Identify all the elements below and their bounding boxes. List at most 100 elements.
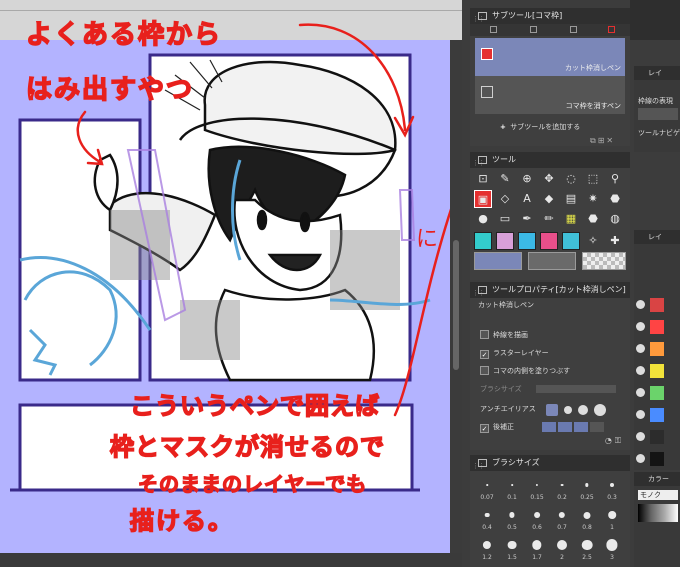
brush-size-value: 1	[610, 524, 614, 531]
sparkle-icon[interactable]: ✷	[584, 190, 602, 208]
brush-size-preset[interactable]: 0.6	[526, 505, 548, 531]
fill-inside-checkbox[interactable]: コマの内側を塗りつぶす	[480, 364, 626, 378]
brush-size-preset[interactable]: 0.15	[526, 475, 548, 501]
tool-property-header-icon	[478, 286, 487, 294]
transparent-color-box[interactable]	[582, 252, 626, 270]
eye-icon[interactable]	[636, 322, 645, 331]
canvas-vertical-scrollbar[interactable]	[450, 40, 462, 553]
pen-icon[interactable]: ✎	[496, 170, 514, 188]
eye-icon[interactable]	[636, 410, 645, 419]
brush-size-value: 1.5	[507, 554, 517, 561]
layer-row[interactable]	[634, 360, 680, 382]
drop-icon[interactable]: ⬣	[606, 190, 624, 208]
brush-size-value: 0.15	[530, 494, 544, 501]
draw-border-checkbox[interactable]: 枠線を描画	[480, 328, 626, 342]
brush-size-row: ブラシサイズ	[480, 382, 626, 396]
add-subtool-button[interactable]: + サブツールを追加する	[500, 122, 580, 132]
eye-icon[interactable]	[636, 454, 645, 463]
lasso-icon[interactable]: ◌	[562, 170, 580, 188]
tool-property-footer-icons[interactable]: ◔⚿	[605, 436, 624, 446]
frame-active-icon[interactable]: ▣	[474, 190, 492, 208]
eye-icon[interactable]	[636, 300, 645, 309]
color-swatches[interactable]	[638, 504, 678, 522]
brush-dot-icon	[581, 539, 593, 551]
correction-row[interactable]: ✓ 後補正	[480, 420, 626, 434]
move-icon[interactable]: ✥	[540, 170, 558, 188]
layer-row[interactable]	[634, 294, 680, 316]
subtool-item-frame-eraser[interactable]: カット枠消しペン	[475, 38, 625, 76]
layer-panel: レイ	[634, 230, 680, 470]
fill-select-icon[interactable]: ▦	[562, 210, 580, 228]
pattern-icon[interactable]	[496, 232, 514, 250]
canvas-area[interactable]: に よくある枠から はみ出すやつ こういうペンで囲えば 枠とマスクが消せるので …	[0, 0, 462, 567]
cross-icon[interactable]: ✚	[606, 232, 624, 250]
brush-size-preset[interactable]: 3	[601, 535, 623, 561]
zoom-icon[interactable]: ⊕	[518, 170, 536, 188]
sub-color-box[interactable]	[528, 252, 576, 270]
tone-icon[interactable]	[562, 232, 580, 250]
brush-size-value: 2.5	[582, 554, 592, 561]
brush-size-preset[interactable]: 0.7	[551, 505, 573, 531]
pencil-edit-icon[interactable]: ✏	[540, 210, 558, 228]
eye-icon[interactable]	[636, 388, 645, 397]
brush-size-preset[interactable]: 0.2	[551, 475, 573, 501]
sparkle-2-icon[interactable]: ✧	[584, 232, 602, 250]
subtool-panel-title: サブツール[コマ枠]	[492, 11, 563, 20]
raster-layer-checkbox[interactable]: ✓ ラスターレイヤー	[480, 346, 626, 360]
select-icon[interactable]: ⬚	[584, 170, 602, 188]
brush-size-preset[interactable]: 2	[551, 535, 573, 561]
brush-size-preset[interactable]: 0.4	[476, 505, 498, 531]
main-color-box[interactable]	[474, 252, 522, 270]
brush-size-preset[interactable]: 0.8	[576, 505, 598, 531]
brush-size-preset[interactable]: 1.5	[501, 535, 523, 561]
brush-size-preset[interactable]: 1.2	[476, 535, 498, 561]
brush-size-preset[interactable]: 1.7	[526, 535, 548, 561]
brush-dot-icon	[484, 512, 490, 518]
eye-icon[interactable]	[636, 366, 645, 375]
subtool-item-label: カット枠消しペン	[565, 64, 621, 72]
brush-size-preset[interactable]: 0.07	[476, 475, 498, 501]
brush-size-preset[interactable]: 0.1	[501, 475, 523, 501]
line-icon[interactable]	[518, 232, 536, 250]
fill-icon-2[interactable]: ◍	[606, 210, 624, 228]
fill-icon[interactable]: ◆	[540, 190, 558, 208]
frame-expression-box[interactable]	[638, 108, 678, 120]
text-icon[interactable]: A	[518, 190, 536, 208]
pen-color-icon[interactable]	[474, 232, 492, 250]
subtool-group-tabs[interactable]	[470, 24, 630, 36]
blur-icon[interactable]: ●	[474, 210, 492, 228]
brush-size-title: ブラシサイズ	[492, 458, 540, 467]
drop-2-icon[interactable]: ⬣	[584, 210, 602, 228]
layer-color-swatch	[650, 342, 664, 356]
layer-row[interactable]	[634, 448, 680, 470]
layer-row[interactable]	[634, 316, 680, 338]
checkbox-icon	[480, 330, 489, 339]
pen-nib-icon[interactable]: ✒	[518, 210, 536, 228]
eraser-icon[interactable]: ▭	[496, 210, 514, 228]
brush-size-preset[interactable]: 0.25	[576, 475, 598, 501]
layer-row[interactable]	[634, 338, 680, 360]
layer-panel-header: レイ	[634, 230, 680, 244]
vector-icon[interactable]: ◇	[496, 190, 514, 208]
layer-color-swatch	[650, 364, 664, 378]
checkmark-icon: ✓	[480, 424, 489, 433]
brush-size-preset[interactable]: 2.5	[576, 535, 598, 561]
subtool-footer-icons[interactable]: ⧉⊞✕	[590, 136, 615, 146]
layer-row[interactable]	[634, 382, 680, 404]
frame-icon[interactable]: ⊡	[474, 170, 492, 188]
brush-size-preset[interactable]: 0.3	[601, 475, 623, 501]
eye-icon[interactable]	[636, 432, 645, 441]
subtool-item-frame-pen[interactable]: コマ枠を消すペン	[475, 76, 625, 114]
eyedropper-icon[interactable]: ⚲	[606, 170, 624, 188]
stamp-icon[interactable]	[540, 232, 558, 250]
brush-size-value: 1.7	[532, 554, 542, 561]
color-set-name[interactable]: モノク	[638, 490, 678, 500]
brush-size-preset[interactable]: 1	[601, 505, 623, 531]
layer-row[interactable]	[634, 404, 680, 426]
layer-row[interactable]	[634, 426, 680, 448]
brush-size-preset[interactable]: 0.5	[501, 505, 523, 531]
brush-dot-icon	[606, 539, 618, 551]
eye-icon[interactable]	[636, 344, 645, 353]
gradient-icon[interactable]: ▤	[562, 190, 580, 208]
brush-size-slider[interactable]	[536, 385, 616, 393]
